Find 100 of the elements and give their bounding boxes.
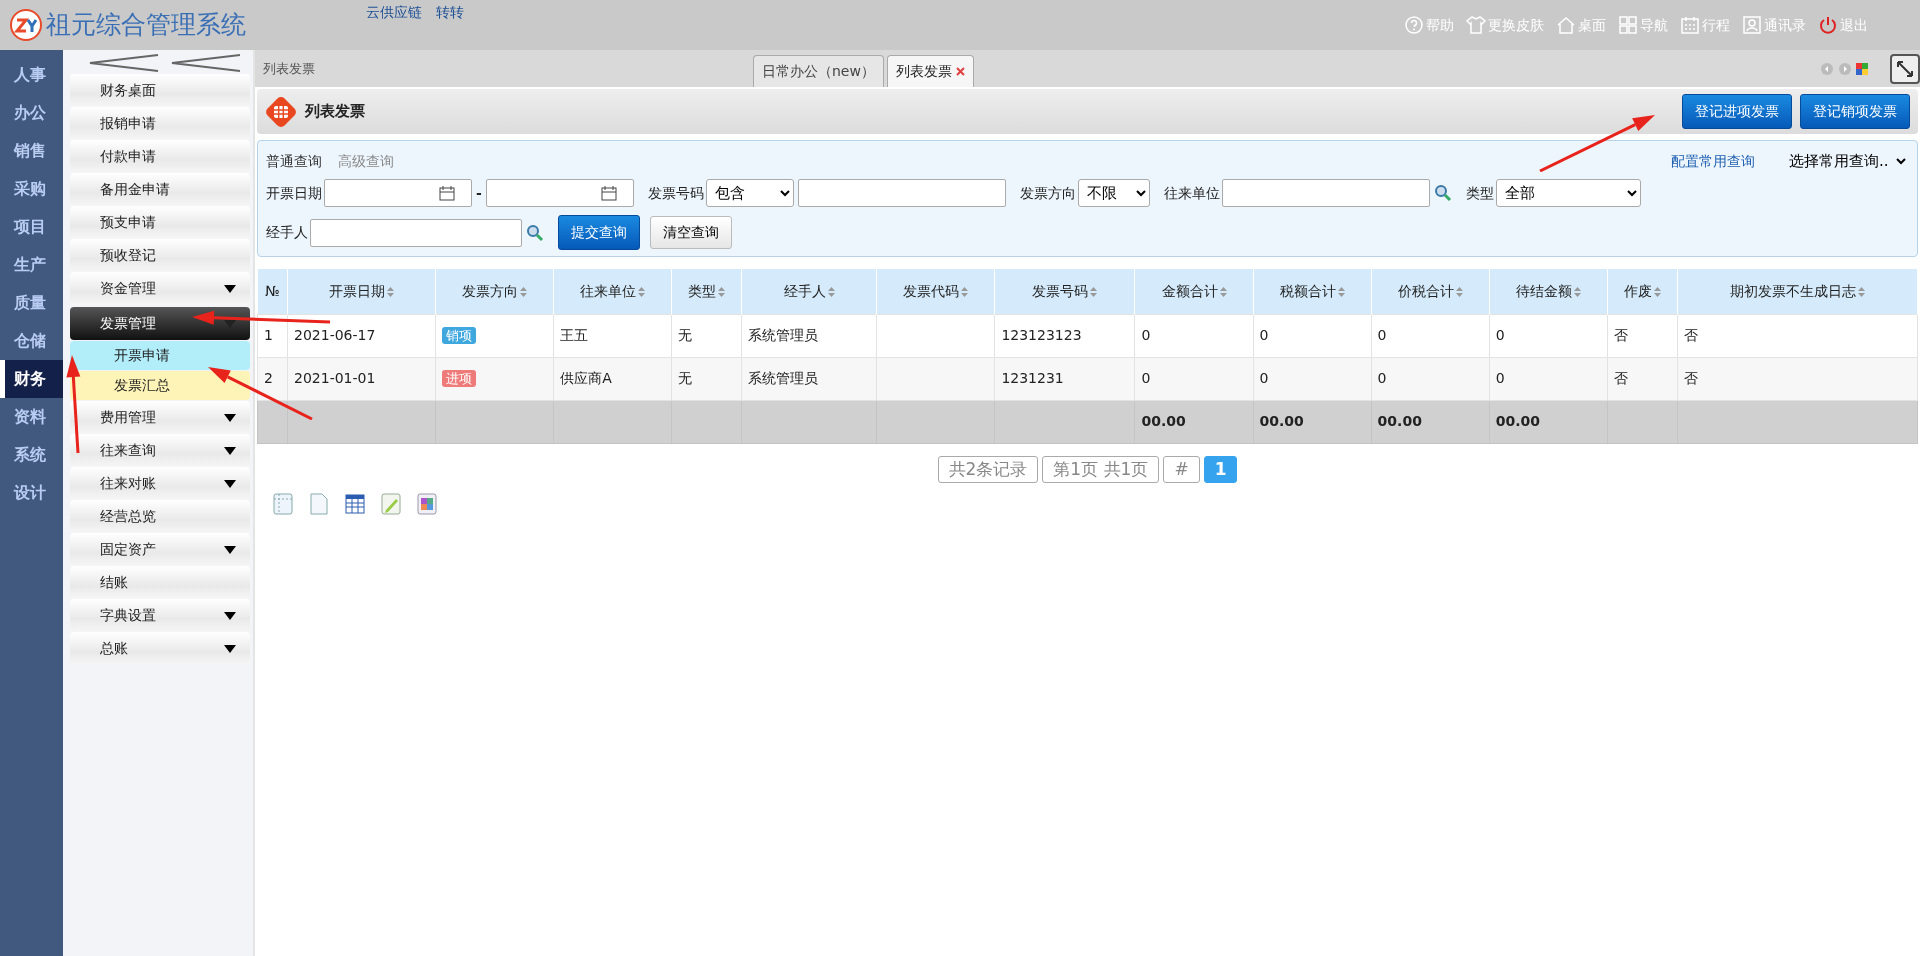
menu-item[interactable]: 资金管理: [70, 272, 250, 305]
sort-icon[interactable]: [1337, 286, 1345, 297]
menu-item[interactable]: 发票管理: [70, 307, 250, 340]
sort-icon[interactable]: [520, 286, 528, 297]
column-header[interactable]: 经手人: [741, 269, 877, 314]
column-header[interactable]: 作废: [1607, 269, 1678, 314]
table-cell: 2021-01-01: [287, 357, 436, 400]
shirt-icon[interactable]: [1466, 15, 1486, 35]
menu-item[interactable]: 经营总览: [70, 500, 250, 533]
column-header[interactable]: 发票方向: [435, 269, 554, 314]
date-field[interactable]: [485, 179, 634, 207]
maximize-icon[interactable]: [1890, 53, 1920, 84]
menu-item[interactable]: 报销申请: [70, 107, 250, 140]
menu-item[interactable]: 固定资产: [70, 533, 250, 566]
module-tab[interactable]: 质量: [0, 284, 63, 322]
column-header[interactable]: 待结金额: [1489, 269, 1608, 314]
module-tab[interactable]: 仓储: [0, 322, 63, 360]
menu-item[interactable]: 财务桌面: [70, 74, 250, 107]
submenu-item[interactable]: 开票申请: [70, 341, 250, 370]
module-tab[interactable]: 项目: [0, 208, 63, 246]
calendar-icon[interactable]: [600, 185, 617, 201]
register-button[interactable]: 登记销项发票: [1800, 94, 1910, 129]
sort-icon[interactable]: [387, 286, 395, 297]
tiles-icon[interactable]: [1856, 62, 1868, 75]
query-button[interactable]: 提交查询: [558, 215, 640, 250]
submenu-item[interactable]: 发票汇总: [70, 371, 250, 400]
menu-item[interactable]: 往来查询: [70, 434, 250, 467]
direction-tag: 进项: [442, 370, 477, 387]
column-header[interactable]: 税额合计: [1253, 269, 1372, 314]
nav-link[interactable]: 云供应链: [366, 2, 422, 23]
text-field[interactable]: [310, 218, 522, 247]
column-header[interactable]: 开票日期: [287, 269, 436, 314]
sort-icon[interactable]: [718, 286, 726, 297]
menu-item[interactable]: 结账: [70, 566, 250, 599]
column-header[interactable]: 金额合计: [1134, 269, 1254, 314]
puzzle-icon[interactable]: [417, 493, 437, 515]
search-icon[interactable]: [526, 223, 544, 242]
menu-item[interactable]: 预支申请: [70, 206, 250, 239]
module-tab[interactable]: 人事: [0, 56, 63, 94]
close-icon[interactable]: [955, 67, 965, 76]
menu-item[interactable]: 预收登记: [70, 239, 250, 272]
power-icon[interactable]: [1818, 15, 1838, 35]
column-header[interactable]: 发票号码: [994, 269, 1135, 314]
menu-item[interactable]: 字典设置: [70, 599, 250, 632]
grid-icon[interactable]: [1618, 15, 1638, 35]
query-button[interactable]: 清空查询: [650, 216, 732, 249]
menu-item[interactable]: 往来对账: [70, 467, 250, 500]
query-tab[interactable]: 普通查询: [266, 150, 322, 172]
sort-icon[interactable]: [1653, 286, 1661, 297]
field-label: 开票日期: [266, 183, 322, 203]
dropdown[interactable]: 不限: [1077, 179, 1150, 207]
column-header[interactable]: 往来单位: [553, 269, 672, 314]
sort-icon[interactable]: [1090, 286, 1098, 297]
calendar-icon[interactable]: [439, 185, 455, 201]
dropdown[interactable]: 全部: [1495, 179, 1641, 207]
module-tab[interactable]: 财务: [0, 360, 63, 398]
help-icon[interactable]: [1404, 15, 1424, 35]
house-icon[interactable]: [1556, 15, 1576, 35]
previous-icon[interactable]: [1820, 61, 1834, 76]
module-tab[interactable]: 系统: [0, 436, 63, 474]
table-cell: 0: [1134, 314, 1254, 357]
menu-item[interactable]: 总账: [70, 632, 250, 665]
column-header[interactable]: 期初发票不生成日志: [1677, 269, 1918, 314]
module-tab[interactable]: 资料: [0, 398, 63, 436]
module-tab[interactable]: 生产: [0, 246, 63, 284]
search-icon[interactable]: [1433, 184, 1452, 202]
sort-icon[interactable]: [1857, 286, 1865, 297]
contact-card-icon[interactable]: [1742, 15, 1762, 35]
pencil-icon[interactable]: [381, 493, 401, 515]
sort-icon[interactable]: [1573, 286, 1581, 297]
column-header[interactable]: 发票代码: [876, 269, 995, 314]
document-icon[interactable]: [309, 493, 329, 515]
table-icon[interactable]: [345, 493, 365, 515]
menu-item[interactable]: 费用管理: [70, 401, 250, 434]
sort-icon[interactable]: [1455, 286, 1463, 297]
sort-icon[interactable]: [638, 286, 646, 297]
nav-link[interactable]: 转转: [436, 2, 464, 23]
page-tab[interactable]: 日常办公（new）: [753, 55, 884, 87]
register-button[interactable]: 登记进项发票: [1682, 94, 1792, 129]
next-icon[interactable]: [1838, 61, 1852, 76]
menu-item[interactable]: 付款申请: [70, 140, 250, 173]
column-header[interactable]: 类型: [671, 269, 742, 314]
module-tab[interactable]: 采购: [0, 170, 63, 208]
sort-icon[interactable]: [1219, 286, 1227, 297]
config-query-link[interactable]: 配置常用查询: [1671, 150, 1755, 172]
dropdown[interactable]: 包含: [705, 179, 794, 207]
menu-item[interactable]: 备用金申请: [70, 173, 250, 206]
text-field[interactable]: [797, 179, 1006, 207]
page-tab[interactable]: 列表发票: [886, 55, 974, 87]
module-tab[interactable]: 销售: [0, 132, 63, 170]
saved-query-select[interactable]: 选择常用查询..: [1781, 147, 1909, 175]
text-field[interactable]: [1221, 179, 1430, 207]
dotted-sheet-icon[interactable]: [273, 493, 293, 515]
column-header[interactable]: №: [257, 269, 288, 314]
sort-icon[interactable]: [827, 286, 835, 297]
module-tab[interactable]: 办公: [0, 94, 63, 132]
column-header[interactable]: 价税合计: [1371, 269, 1490, 314]
date-field[interactable]: [324, 179, 472, 207]
sort-icon[interactable]: [961, 286, 969, 297]
module-tab[interactable]: 设计: [0, 474, 63, 512]
